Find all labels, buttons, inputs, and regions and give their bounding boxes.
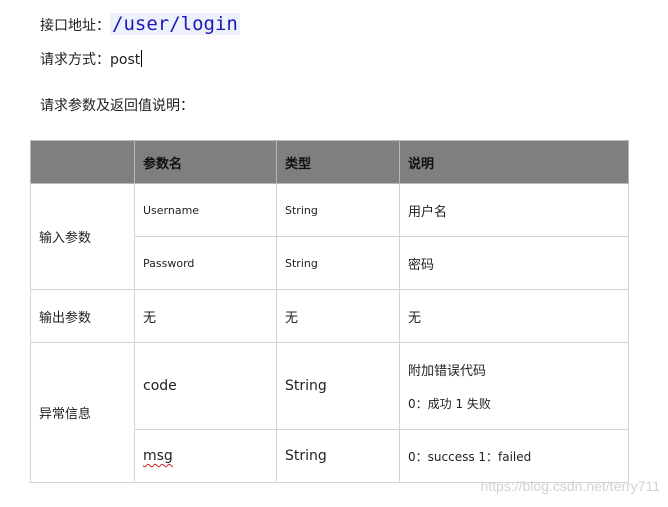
code-desc-line-1: 附加错误代码: [408, 364, 487, 379]
table-row: 输入参数 Username String 用户名: [30, 183, 629, 290]
api-url-line: 接口地址：/user/login: [40, 13, 240, 36]
params-table: 参数名 类型 说明 输入参数 Username String 用户名 Passw…: [30, 140, 629, 483]
param-desc-cell: 0：success 1：failed: [399, 429, 629, 483]
spellcheck-word: msg: [143, 448, 173, 464]
api-url-value: /user/login: [110, 13, 240, 35]
header-cell-type: 类型: [276, 140, 400, 184]
param-desc-cell: 用户名: [399, 183, 629, 237]
param-name-cell: msg: [134, 429, 277, 483]
group-cell-input: 输入参数: [30, 183, 135, 290]
params-heading: 请求参数及返回值说明：: [40, 98, 194, 114]
param-desc-cell: 密码: [399, 236, 629, 290]
param-name-cell: code: [134, 342, 277, 430]
group-cell-output: 输出参数: [30, 289, 135, 343]
param-type-cell: String: [276, 183, 400, 237]
param-type-cell: String: [276, 236, 400, 290]
param-name-cell: Username: [134, 183, 277, 237]
table-row: 异常信息 code String 附加错误代码 0：成功 1 失败: [30, 342, 629, 483]
header-cell-description: 说明: [399, 140, 629, 184]
param-name-cell: Password: [134, 236, 277, 290]
table-row: 输出参数 无 无 无: [30, 289, 629, 343]
watermark: https://blog.csdn.net/terry711: [480, 478, 660, 494]
param-type-cell: 无: [276, 289, 400, 343]
param-name-cell: 无: [134, 289, 277, 343]
code-desc-line-2: 0：成功 1 失败: [408, 397, 491, 411]
request-method-value: post: [110, 52, 141, 68]
request-method-label: 请求方式：: [40, 52, 110, 68]
api-url-label: 接口地址：: [40, 18, 110, 34]
param-desc-cell: 附加错误代码 0：成功 1 失败: [399, 342, 629, 430]
param-type-cell: String: [276, 342, 400, 430]
header-cell-param-name: 参数名: [134, 140, 277, 184]
param-type-cell: String: [276, 429, 400, 483]
request-method-line: 请求方式：post: [40, 50, 143, 70]
header-cell-group: [30, 140, 135, 184]
text-cursor: [141, 50, 143, 67]
param-desc-cell: 无: [399, 289, 629, 343]
group-cell-error: 异常信息: [30, 342, 135, 483]
table-header-row: 参数名 类型 说明: [30, 140, 629, 184]
